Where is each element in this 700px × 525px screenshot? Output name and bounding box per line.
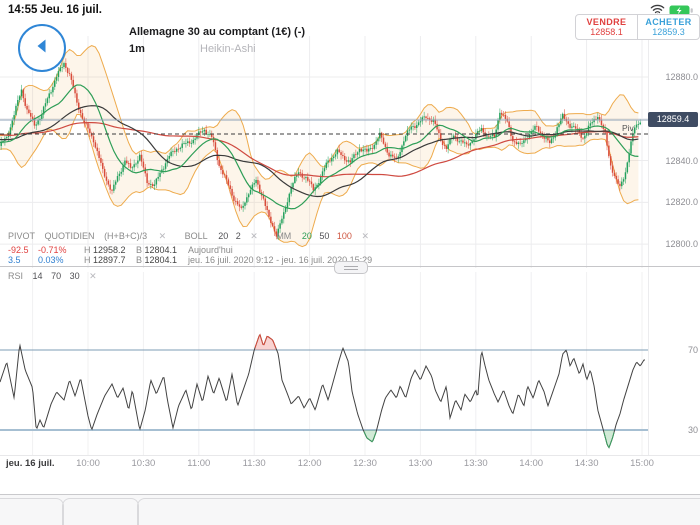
high-label: H [84, 255, 91, 265]
time-tick: 10:30 [131, 458, 156, 469]
boll-period: 20 [218, 231, 229, 241]
rsi-chart-canvas[interactable] [0, 268, 700, 455]
stat-low: B 12804.1 [136, 255, 188, 265]
price-axis-label: 12840.0 [665, 155, 698, 166]
sell-price: 12858.1 [590, 27, 623, 37]
rsi-indicator-name: RSI [8, 271, 24, 281]
pivot-indicator-formula: (H+B+C)/3 [104, 231, 148, 241]
timeframe-label: 1m [129, 43, 145, 55]
rsi-legend: RSI 14 70 30 ✕ [8, 271, 97, 282]
toolbar-group-timeunit [62, 498, 139, 525]
chart-style-label: Heikin-Ashi [200, 43, 256, 55]
pivot-line-label: Piv [622, 123, 634, 133]
panel-resize-handle[interactable] [334, 261, 368, 274]
rsi-upper-level: 70 [51, 271, 62, 281]
stat-change: 3.5 [8, 255, 21, 265]
status-date: Jeu. 16 juil. [40, 4, 102, 16]
high-label: H [84, 245, 91, 255]
mm-period-20: 20 [301, 231, 312, 241]
rsi-level-label: 30 [687, 425, 698, 435]
stat-change-pct: -0.71% [38, 245, 67, 255]
buy-button[interactable]: ACHETER 12859.3 [638, 15, 699, 39]
rsi-lower-level: 30 [69, 271, 80, 281]
time-tick: 11:00 [187, 458, 211, 469]
low-label: B [136, 245, 143, 255]
boll-indicator-name: BOLL [184, 231, 208, 241]
low-value: 12804.1 [144, 245, 178, 255]
bottom-toolbar: OpérationsUnité de tempsTypesIndicateurs… [0, 494, 700, 525]
sell-button[interactable]: VENDRE 12858.1 [576, 15, 638, 39]
axis-day-label: jeu. 16 juil. [6, 458, 55, 469]
time-tick: 10:00 [76, 458, 100, 469]
high-value: 12897.7 [93, 255, 126, 265]
toolbar-group-operations [0, 498, 64, 525]
high-value: 12958.2 [93, 245, 126, 255]
stat-change-pct: 0.03% [38, 255, 64, 265]
back-button[interactable] [18, 24, 66, 72]
time-tick: 12:30 [353, 458, 377, 469]
time-tick: 13:00 [408, 458, 433, 469]
sell-label: VENDRE [586, 16, 627, 27]
boll-close-icon[interactable]: ✕ [250, 231, 258, 241]
pivot-close-icon[interactable]: ✕ [159, 231, 167, 241]
mm-indicator-name: MM [276, 231, 292, 241]
trade-ticket: VENDRE 12858.1 ACHETER 12859.3 [575, 14, 700, 40]
pivot-indicator-mode: QUOTIDIEN [44, 231, 95, 241]
stat-low: B 12804.1 [136, 245, 188, 255]
rsi-level-label: 70 [687, 345, 698, 355]
price-axis-label: 12880.0 [665, 71, 698, 82]
time-tick: 15:00 [630, 458, 654, 469]
timeframe-bar [0, 472, 700, 494]
boll-deviation: 2 [235, 231, 241, 241]
indicator-legend: PIVOT QUOTIDIEN (H+B+C)/3 ✕ BOLL 20 2 ✕ … [8, 231, 369, 242]
toolbar-group-tools [137, 498, 700, 525]
low-value: 12804.1 [144, 255, 178, 265]
mm-period-50: 50 [319, 231, 330, 241]
buy-label: ACHETER [645, 16, 692, 27]
pivot-indicator-name: PIVOT [8, 231, 36, 241]
buy-price: 12859.3 [652, 27, 685, 37]
time-tick: 13:30 [463, 458, 488, 469]
instrument-title: Allemagne 30 au comptant (1€) (-) [129, 26, 306, 38]
trading-app: 14:55 Jeu. 16 juil. VENDRE 12858.1 ACHET… [0, 0, 700, 525]
current-price-badge: 12859.4 [648, 112, 698, 127]
time-tick: 14:30 [574, 458, 599, 469]
mm-close-icon[interactable]: ✕ [361, 231, 369, 241]
price-axis-label: 12800.0 [665, 239, 698, 250]
rsi-period: 14 [32, 271, 43, 281]
stat-period: Aujourd'hui [188, 245, 233, 255]
low-label: B [136, 255, 143, 265]
back-arrow-icon [31, 35, 53, 62]
rsi-close-icon[interactable]: ✕ [89, 271, 97, 281]
price-axis-label: 12820.0 [665, 197, 698, 208]
stat-high: H 12958.2 [84, 245, 136, 255]
mm-period-100: 100 [336, 231, 352, 241]
status-time: 14:55 [8, 4, 38, 16]
indicator-stats-row: -92.5 -0.71% H 12958.2 B 12804.1 Aujourd'hui [8, 245, 233, 255]
time-tick: 14:00 [519, 458, 544, 469]
indicator-stats-row: 3.5 0.03% H 12897.7 B 12804.1 jeu. 16 juil. … [8, 255, 372, 265]
stat-change: -92.5 [8, 245, 29, 255]
time-tick: 12:00 [297, 458, 322, 469]
time-tick: 11:30 [242, 458, 266, 469]
stat-high: H 12897.7 [84, 255, 136, 265]
axis-gutter-divider [648, 22, 649, 455]
